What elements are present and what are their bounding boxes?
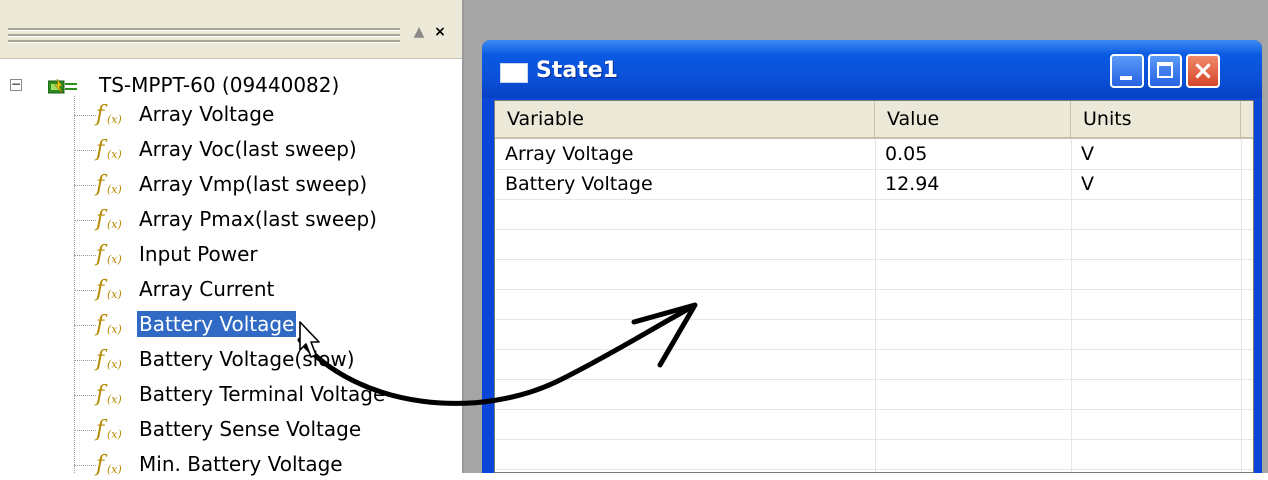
tree-branch-line bbox=[74, 465, 96, 466]
cell-variable: Battery Voltage bbox=[505, 173, 653, 195]
tree-item-label: Array Pmax(last sweep) bbox=[139, 207, 377, 231]
tree-branch-line bbox=[74, 150, 96, 151]
tree-item-label: Battery Terminal Voltage bbox=[139, 382, 386, 406]
tree-item-label: Array Voltage bbox=[139, 102, 275, 126]
tree-root-device[interactable]: TS-MPPT-60 (09440082) bbox=[99, 72, 339, 98]
tree-item[interactable]: f (x) Battery Sense Voltage bbox=[74, 415, 454, 445]
table-row-empty[interactable] bbox=[495, 199, 1253, 230]
tree-collapse-toggle[interactable]: − bbox=[10, 78, 22, 91]
pane-close-button[interactable]: × bbox=[431, 22, 449, 42]
device-icon bbox=[48, 78, 77, 94]
tree-item[interactable]: f (x) Battery Terminal Voltage bbox=[74, 380, 454, 410]
tree-item-label: Array Voc(last sweep) bbox=[139, 137, 357, 161]
table-row-empty[interactable] bbox=[495, 409, 1253, 440]
tree-item-label: Array Current bbox=[139, 277, 275, 301]
cell-variable: Array Voltage bbox=[505, 143, 634, 165]
tree-branch-line bbox=[74, 325, 96, 326]
tree-item[interactable]: f (x) Min. Battery Voltage bbox=[74, 450, 454, 480]
function-fx-icon: f (x) bbox=[96, 137, 122, 162]
pane-grip[interactable] bbox=[8, 28, 400, 31]
function-fx-icon: f (x) bbox=[96, 417, 122, 442]
table-row-empty[interactable] bbox=[495, 349, 1253, 380]
cell-value: 0.05 bbox=[885, 143, 928, 165]
table-row-empty[interactable] bbox=[495, 229, 1253, 260]
pane-maximize-button[interactable]: ▲ bbox=[410, 22, 428, 42]
table-row-empty[interactable] bbox=[495, 319, 1253, 350]
table-row-empty[interactable] bbox=[495, 439, 1253, 470]
state-window: State1 × Variable Value Units Array Volt… bbox=[482, 40, 1262, 473]
tree-branch-line bbox=[74, 220, 96, 221]
tree-branch-line bbox=[74, 185, 96, 186]
variables-grid: Variable Value Units Array Voltage 0.05 … bbox=[494, 100, 1254, 473]
tree-item-label: Battery Voltage(slow) bbox=[139, 347, 355, 371]
function-fx-icon: f (x) bbox=[96, 452, 122, 477]
tree-item-selected[interactable]: f (x) Battery Voltage bbox=[74, 310, 454, 340]
variable-tree-pane: ▲ × − TS-MPPT-60 (09440082) f (x) Array V… bbox=[0, 0, 464, 477]
tree-item[interactable]: f (x) Array Pmax(last sweep) bbox=[74, 205, 454, 235]
function-fx-icon: f (x) bbox=[96, 382, 122, 407]
tree-item[interactable]: f (x) Array Voc(last sweep) bbox=[74, 135, 454, 165]
tree-item[interactable]: f (x) Array Voltage bbox=[74, 100, 454, 130]
function-fx-icon: f (x) bbox=[96, 102, 122, 127]
tree-item[interactable]: f (x) Input Power bbox=[74, 240, 454, 270]
tree-branch-line bbox=[74, 290, 96, 291]
tree-item[interactable]: f (x) Battery Voltage(slow) bbox=[74, 345, 454, 375]
function-fx-icon: f (x) bbox=[96, 172, 122, 197]
table-row-empty[interactable] bbox=[495, 259, 1253, 290]
tree-item-label: Battery Sense Voltage bbox=[139, 417, 362, 441]
table-row[interactable]: Battery Voltage 12.94 V bbox=[495, 169, 1253, 200]
window-icon bbox=[500, 63, 528, 83]
tree-item-label: Min. Battery Voltage bbox=[139, 452, 343, 476]
maximize-button[interactable] bbox=[1148, 54, 1182, 88]
function-fx-icon: f (x) bbox=[96, 242, 122, 267]
function-fx-icon: f (x) bbox=[96, 312, 122, 337]
tree-item-label: Array Vmp(last sweep) bbox=[139, 172, 368, 196]
close-button[interactable]: × bbox=[1186, 54, 1220, 88]
tree-branch-line bbox=[74, 115, 96, 116]
table-row[interactable]: Array Voltage 0.05 V bbox=[495, 139, 1253, 170]
tree-item[interactable]: f (x) Array Current bbox=[74, 275, 454, 305]
tree-item-label: Battery Voltage bbox=[137, 311, 297, 337]
grid-header: Variable Value Units bbox=[495, 101, 1253, 139]
tree-item[interactable]: f (x) Array Vmp(last sweep) bbox=[74, 170, 454, 200]
function-fx-icon: f (x) bbox=[96, 347, 122, 372]
grid-body: Array Voltage 0.05 V Battery Voltage 12.… bbox=[495, 139, 1253, 472]
tree-branch-line bbox=[74, 395, 96, 396]
tree-item-label: Input Power bbox=[139, 242, 258, 266]
cell-units: V bbox=[1081, 173, 1094, 195]
variable-tree: − TS-MPPT-60 (09440082) f (x) Array Volta… bbox=[0, 60, 462, 477]
pane-grip[interactable] bbox=[8, 34, 400, 37]
cell-value: 12.94 bbox=[885, 173, 940, 195]
column-header-units[interactable]: Units bbox=[1071, 101, 1241, 137]
column-header-value[interactable]: Value bbox=[875, 101, 1071, 137]
cell-units: V bbox=[1081, 143, 1094, 165]
table-row-empty[interactable] bbox=[495, 289, 1253, 320]
tree-branch-line bbox=[74, 360, 96, 361]
function-fx-icon: f (x) bbox=[96, 277, 122, 302]
window-title: State1 bbox=[536, 58, 618, 83]
minimize-button[interactable] bbox=[1110, 54, 1144, 88]
function-fx-icon: f (x) bbox=[96, 207, 122, 232]
pane-header: ▲ × bbox=[0, 0, 462, 59]
table-row-empty[interactable] bbox=[495, 379, 1253, 410]
tree-branch-line bbox=[74, 430, 96, 431]
pane-grip[interactable] bbox=[8, 40, 400, 43]
window-title-bar[interactable]: State1 × bbox=[482, 40, 1262, 98]
close-icon: × bbox=[1192, 56, 1214, 86]
tree-branch-line bbox=[74, 255, 96, 256]
column-header-variable[interactable]: Variable bbox=[495, 101, 875, 137]
